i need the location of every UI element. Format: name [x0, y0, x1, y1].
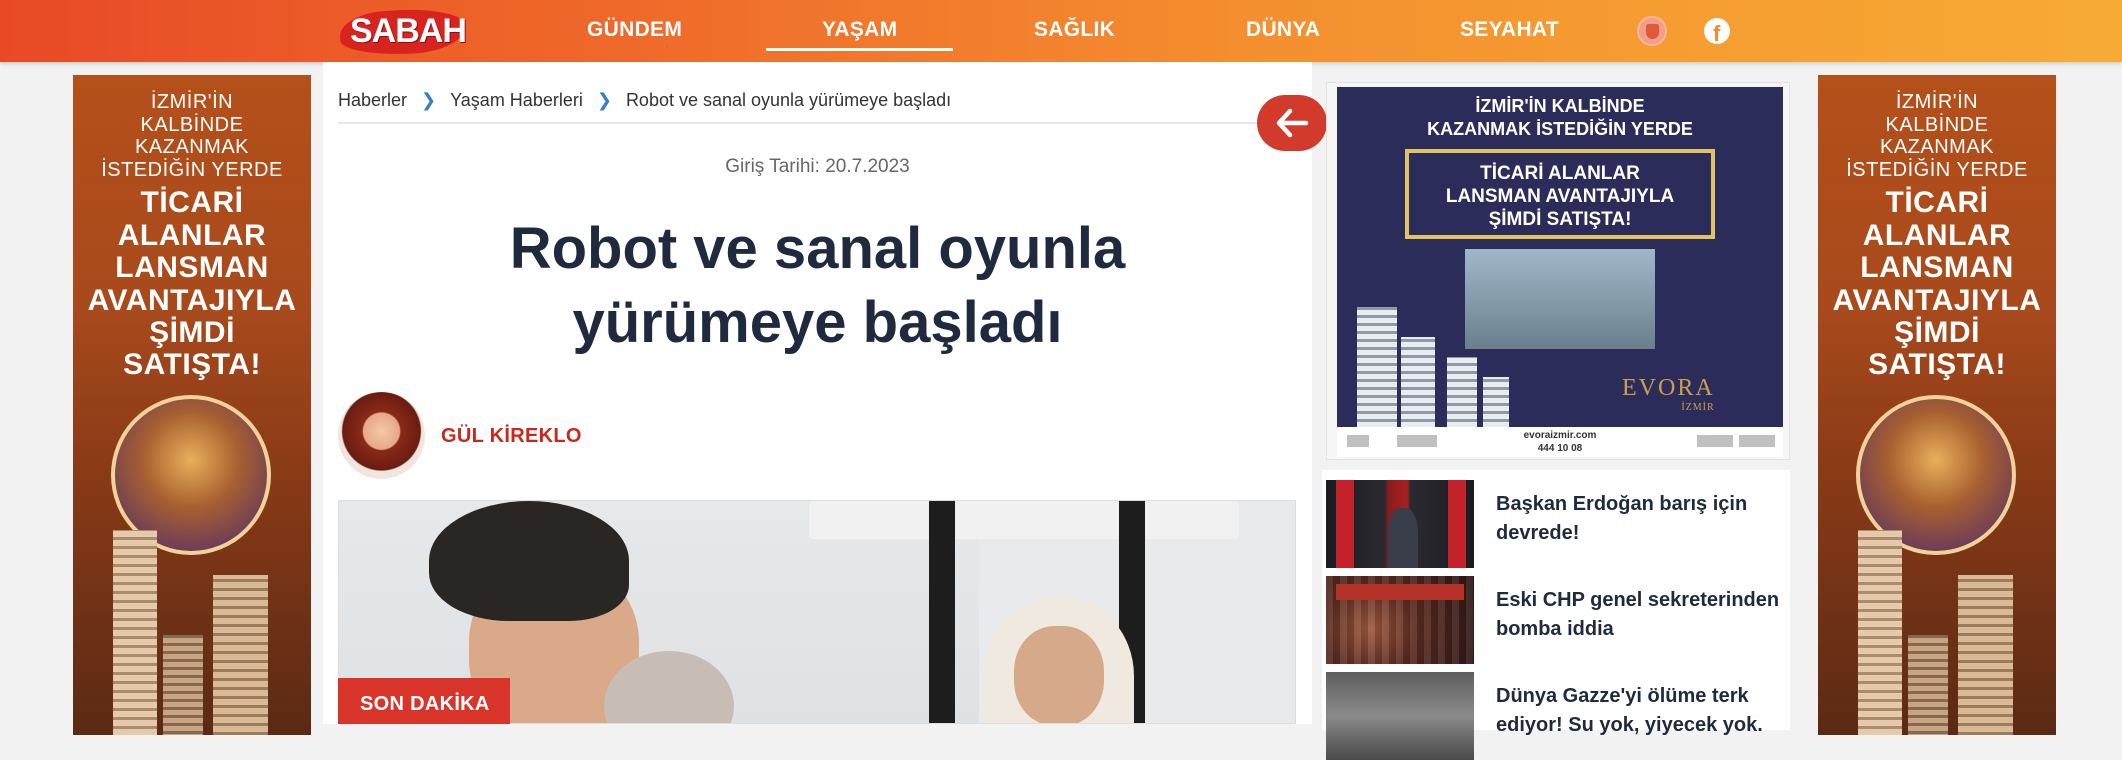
ad-brand-name: EVORA	[1622, 375, 1715, 401]
ad-footer: evoraizmir.com 444 10 08	[1337, 427, 1783, 457]
ad-offer-line: LANSMAN AVANTAJIYLA	[1445, 185, 1675, 207]
thumbnail-flag	[1448, 480, 1466, 568]
ad-tower-image	[1483, 377, 1509, 427]
hero-robot-frame	[809, 501, 1239, 539]
badge-icon[interactable]	[1637, 16, 1667, 46]
site-header: SABAH GÜNDEM YAŞAM SAĞLIK DÜNYA SEYAHAT …	[0, 0, 2122, 62]
author-name[interactable]: GÜL KİREKLO	[441, 425, 582, 448]
news-thumbnail[interactable]	[1326, 576, 1474, 664]
ad-building-image	[213, 575, 268, 735]
ad-building-image	[1908, 635, 1948, 735]
ad-line: KALBİNDE	[1885, 113, 1989, 136]
breaking-news-badge[interactable]: SON DAKİKA	[338, 678, 510, 724]
ad-building-image	[163, 635, 203, 735]
ad-brand-logo: EVORA İZMİR	[1622, 375, 1715, 413]
ad-headline-line: KAZANMAK İSTEDİĞİN YERDE	[1427, 119, 1693, 140]
ad-line: LANSMAN	[1860, 251, 2014, 285]
hero-harness-strap	[929, 501, 955, 723]
news-title[interactable]: Başkan Erdoğan barış için devrede!	[1496, 490, 1786, 548]
news-thumbnail[interactable]	[1326, 672, 1474, 760]
ad-line: TİCARİ	[140, 186, 244, 220]
ad-line: AVANTAJIYLA	[87, 283, 297, 317]
breadcrumb: Haberler ❯ Yaşam Haberleri ❯ Robot ve sa…	[338, 90, 951, 111]
news-item[interactable]: Dünya Gazze'yi ölüme terk ediyor! Su yok…	[1326, 672, 1790, 760]
thumbnail-stage-banner	[1336, 584, 1464, 600]
breadcrumb-home[interactable]: Haberler	[338, 90, 407, 111]
back-button[interactable]	[1257, 95, 1327, 151]
nav-saglik[interactable]: SAĞLIK	[1034, 18, 1115, 42]
ad-headline: İZMİR'İN KALBİNDE KAZANMAK İSTEDİĞİN YER…	[1337, 95, 1783, 142]
ad-headline-line: İZMİR'İN KALBİNDE	[1475, 96, 1645, 116]
ad-building-photo	[1465, 249, 1655, 349]
ad-line: ŞİMDİ	[149, 315, 235, 349]
publish-date: Giriş Tarihi: 20.7.2023	[725, 156, 910, 177]
thumbnail-flag	[1336, 480, 1354, 568]
ad-line: SATIŞTA!	[123, 348, 261, 382]
ad-line: AVANTAJIYLA	[1832, 283, 2042, 317]
ad-tower-image	[1401, 337, 1435, 427]
breadcrumb-divider	[338, 122, 1290, 124]
ad-building-image	[1958, 575, 2013, 735]
ad-line: TİCARİ	[1885, 186, 1989, 220]
sponsor-logo	[1697, 435, 1733, 447]
news-item[interactable]: Eski CHP genel sekreterinden bomba iddia	[1326, 576, 1790, 664]
nav-gundem[interactable]: GÜNDEM	[587, 18, 682, 42]
ad-banner: İZMİR'İN KALBİNDE KAZANMAK İSTEDİĞİN YER…	[1337, 87, 1783, 457]
ad-line: ALANLAR	[117, 218, 267, 252]
ad-line: KAZANMAK	[1879, 136, 1995, 159]
ad-building-image	[1858, 530, 1902, 735]
article-title: Robot ve sanal oyunla yürümeye başladı	[509, 216, 1126, 356]
right-column-ad[interactable]: İZMİR'İN KALBİNDE KAZANMAK İSTEDİĞİN YER…	[1326, 82, 1790, 460]
facebook-icon[interactable]: f	[1702, 16, 1732, 46]
news-item[interactable]: Başkan Erdoğan barış için devrede!	[1326, 480, 1790, 568]
ad-line: İZMİR'İN	[150, 91, 234, 113]
breadcrumb-category[interactable]: Yaşam Haberleri	[450, 90, 583, 111]
ad-line: KAZANMAK	[134, 136, 250, 159]
ad-line: ŞİMDİ	[1894, 315, 1980, 349]
ad-line: İSTEDİĞİN YERDE	[1846, 158, 2028, 181]
ad-brand-sub: İZMİR	[1681, 402, 1715, 413]
news-thumbnail[interactable]	[1326, 480, 1474, 568]
nav-yasam[interactable]: YAŞAM	[765, 18, 955, 51]
news-title[interactable]: Eski CHP genel sekreterinden bomba iddia	[1496, 586, 1786, 644]
ad-line: İSTEDİĞİN YERDE	[101, 158, 283, 181]
ad-tower-image	[1357, 307, 1397, 427]
facebook-icon-glyph: f	[1713, 21, 1721, 46]
sponsor-logo	[1739, 435, 1775, 447]
nav-dunya[interactable]: DÜNYA	[1246, 18, 1320, 42]
ad-offer-box: TİCARİ ALANLAR LANSMAN AVANTAJIYLA ŞİMDİ…	[1405, 149, 1715, 239]
ad-building-image	[113, 530, 157, 735]
arrow-left-icon	[1276, 108, 1309, 138]
hero-person-hair	[429, 501, 629, 621]
ad-offer-line: TİCARİ ALANLAR	[1480, 163, 1640, 184]
hero-person	[1014, 626, 1104, 723]
chevron-right-icon: ❯	[596, 90, 612, 110]
nav-seyahat[interactable]: SEYAHAT	[1460, 18, 1559, 42]
ad-line: LANSMAN	[115, 251, 269, 285]
author-avatar[interactable]	[338, 392, 425, 479]
ad-line: İZMİR'İN	[1895, 91, 1979, 113]
news-title[interactable]: Dünya Gazze'yi ölüme terk ediyor! Su yok…	[1496, 682, 1786, 740]
left-side-ad[interactable]: İZMİR'İN KALBİNDE KAZANMAK İSTEDİĞİN YER…	[73, 75, 311, 735]
logo-text: SABAH	[350, 12, 467, 50]
site-logo[interactable]: SABAH	[338, 6, 468, 58]
right-side-ad[interactable]: İZMİR'İN KALBİNDE KAZANMAK İSTEDİĞİN YER…	[1818, 75, 2056, 735]
ad-tower-image	[1447, 357, 1477, 427]
ad-line: ALANLAR	[1862, 218, 2012, 252]
chevron-right-icon: ❯	[421, 90, 437, 110]
ad-line: SATIŞTA!	[1868, 348, 2006, 382]
ad-line: KALBİNDE	[140, 113, 244, 136]
ad-offer-line: ŞİMDİ SATIŞTA!	[1488, 208, 1632, 230]
thumbnail-person	[1388, 508, 1418, 568]
breadcrumb-current: Robot ve sanal oyunla yürümeye başladı	[625, 90, 952, 110]
